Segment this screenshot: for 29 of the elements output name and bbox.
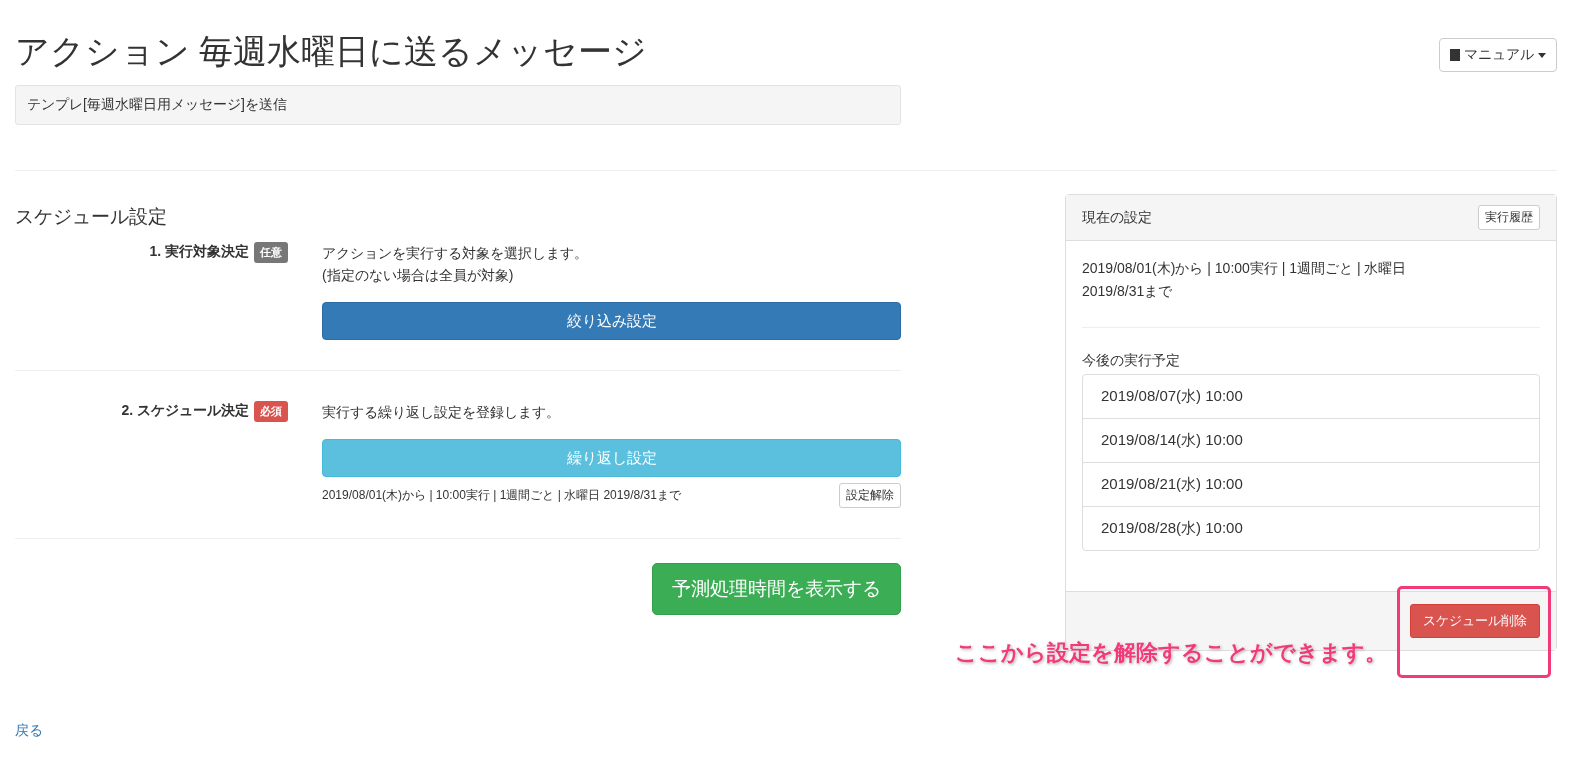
badge: 必須 — [254, 401, 288, 422]
settings-button[interactable]: 絞り込み設定 — [322, 302, 901, 340]
page-title: アクション 毎週水曜日に送るメッセージ — [15, 31, 649, 72]
schedule-summary: 2019/08/01(木)から | 10:00実行 | 1週間ごと | 水曜日 2019/8/31まで — [322, 487, 681, 504]
description-box: テンプレ[毎週水曜日用メッセージ]を送信 — [15, 85, 901, 125]
book-icon — [1450, 49, 1460, 61]
settings-summary: 2019/8/31まで — [1082, 282, 1174, 301]
schedule-item: 2019/08/28(水) 10:00 — [1083, 506, 1539, 550]
clear-button[interactable]: 設定解除 — [839, 483, 901, 508]
step-description: 実行する繰り返し設定を登録します。 — [322, 403, 561, 422]
back-link[interactable]: 戻る — [15, 722, 43, 740]
section-title: スケジュール設定 — [15, 205, 168, 229]
step-label: 2. スケジュール決定 — [121, 402, 249, 418]
delete-schedule-button[interactable]: スケジュール削除 — [1410, 604, 1540, 638]
schedule-item: 2019/08/14(水) 10:00 — [1083, 418, 1539, 462]
schedule-item: 2019/08/21(水) 10:00 — [1083, 462, 1539, 506]
manual-button[interactable]: マニュアル — [1439, 38, 1557, 72]
step-label: 1. 実行対象決定 — [149, 243, 249, 259]
panel-title: 現在の設定 — [1082, 208, 1152, 227]
step-description: アクションを実行する対象を選択します。 — [322, 244, 589, 263]
schedule-item: 2019/08/07(水) 10:00 — [1100, 386, 1244, 406]
caret-icon — [1538, 52, 1546, 58]
settings-summary: 2019/08/01(木)から | 10:00実行 | 1週間ごと | 水曜日 — [1082, 259, 1408, 278]
upcoming-label: 今後の実行予定 — [1082, 352, 1181, 370]
estimate-button[interactable]: 予測処理時間を表示する — [652, 563, 901, 615]
history-button[interactable]: 実行履歴 — [1478, 205, 1540, 230]
annotation-text: ここから設定を解除することができます。 — [955, 639, 1387, 667]
badge: 任意 — [254, 242, 288, 263]
step-description: (指定のない場合は全員が対象) — [322, 266, 515, 285]
